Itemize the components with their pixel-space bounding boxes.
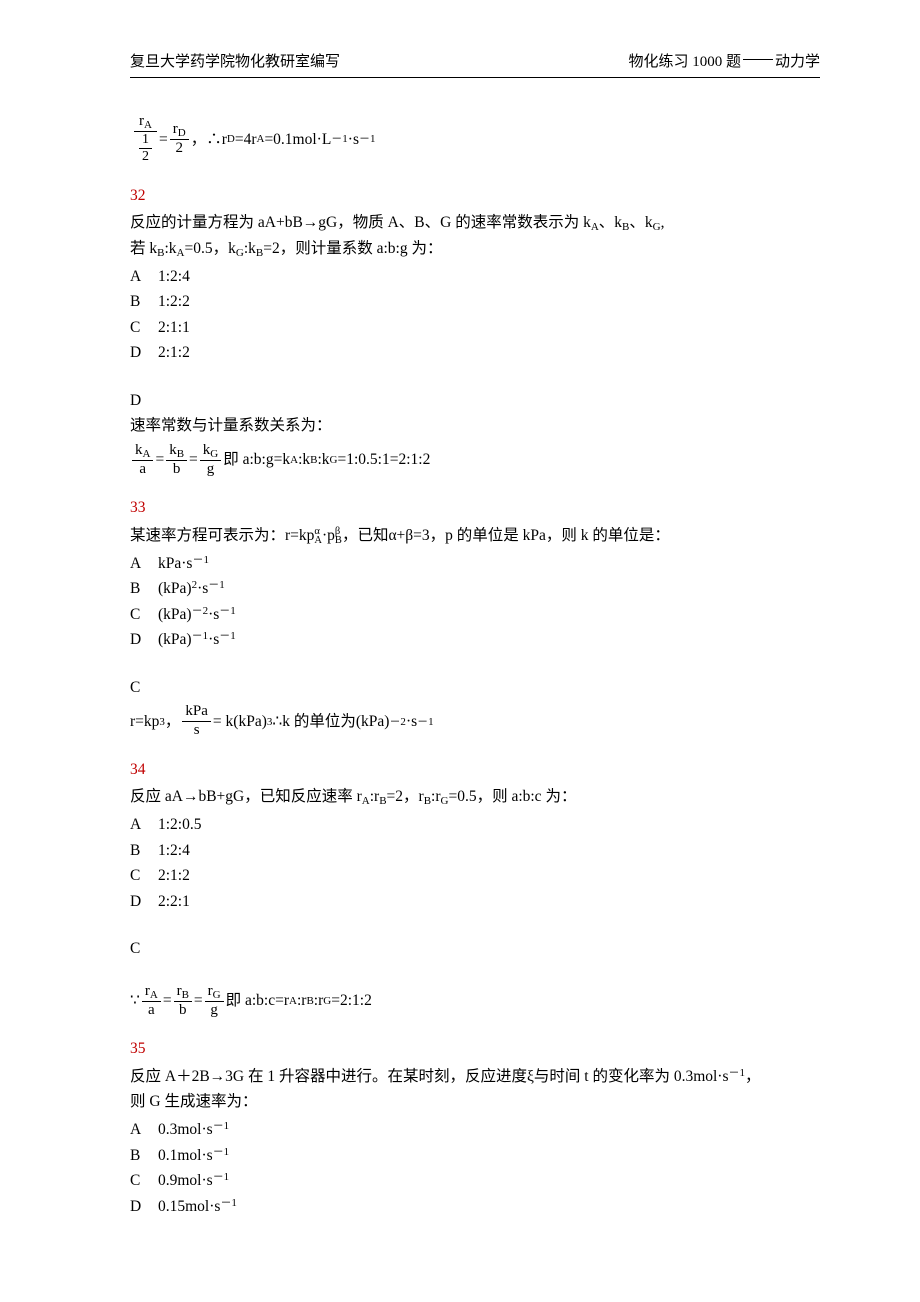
question-34-number: 34 (130, 757, 820, 783)
question-33-options: AkPa·s－1 B(kPa)2·s－1 C(kPa)－2·s－1 D(kPa)… (130, 551, 820, 653)
question-33-number: 33 (130, 495, 820, 521)
question-35-options: A0.3mol·s－1 B0.1mol·s－1 C0.9mol·s－1 D0.1… (130, 1117, 820, 1219)
question-33-answer: C (130, 675, 820, 701)
question-34-solution-equation: ∵ rAa = rBb = rGg 即 a:b:c=rA:rB:rG=2:1:2 (130, 984, 820, 1019)
fraction-rD-2: rD 2 (170, 122, 189, 157)
question-32-solution-equation: kAa = kBb = kGg 即 a:b:g=kA:kB:kG=1:0.5:1… (130, 443, 820, 478)
question-32-options: A1:2:4 B1:2:2 C2:1:1 D2:1:2 (130, 264, 820, 366)
question-35-number: 35 (130, 1036, 820, 1062)
question-35-stem: 反应 A＋2B→3G 在 1 升容器中进行。在某时刻，反应进度ξ与时间 t 的变… (130, 1064, 820, 1115)
fraction-rA-half: rA 1 2 (134, 114, 157, 165)
question-32-answer: D (130, 388, 820, 414)
header-left: 复旦大学药学院物化教研室编写 (130, 50, 340, 75)
question-32-number: 32 (130, 183, 820, 209)
question-34-stem: 反应 aA→bB+gG，已知反应速率 rA:rB=2，rB:rG=0.5，则 a… (130, 784, 820, 810)
question-33-stem: 某速率方程可表示为：r=kpαA·pβB，已知α+β=3，p 的单位是 kPa，… (130, 523, 820, 549)
top-solution-equation: rA 1 2 = rD 2 ，∴rD=4rA=0.1mol·L－1·s－1 (130, 114, 820, 165)
document-page: 复旦大学药学院物化教研室编写 物化练习 1000 题动力学 rA 1 2 = r… (0, 0, 920, 1302)
question-34-answer: C (130, 936, 820, 962)
question-32-solution-text: 速率常数与计量系数关系为： (130, 413, 820, 439)
header-right: 物化练习 1000 题动力学 (628, 50, 820, 75)
question-34-options: A1:2:0.5 B1:2:4 C2:1:2 D2:2:1 (130, 812, 820, 914)
page-header: 复旦大学药学院物化教研室编写 物化练习 1000 题动力学 (130, 50, 820, 78)
question-32-stem: 反应的计量方程为 aA+bB→gG，物质 A、B、G 的速率常数表示为 kA、k… (130, 210, 820, 261)
question-33-solution-equation: r=kp3， kPas = k(kPa)3 ∴k 的单位为(kPa)－2·s－1 (130, 704, 820, 739)
